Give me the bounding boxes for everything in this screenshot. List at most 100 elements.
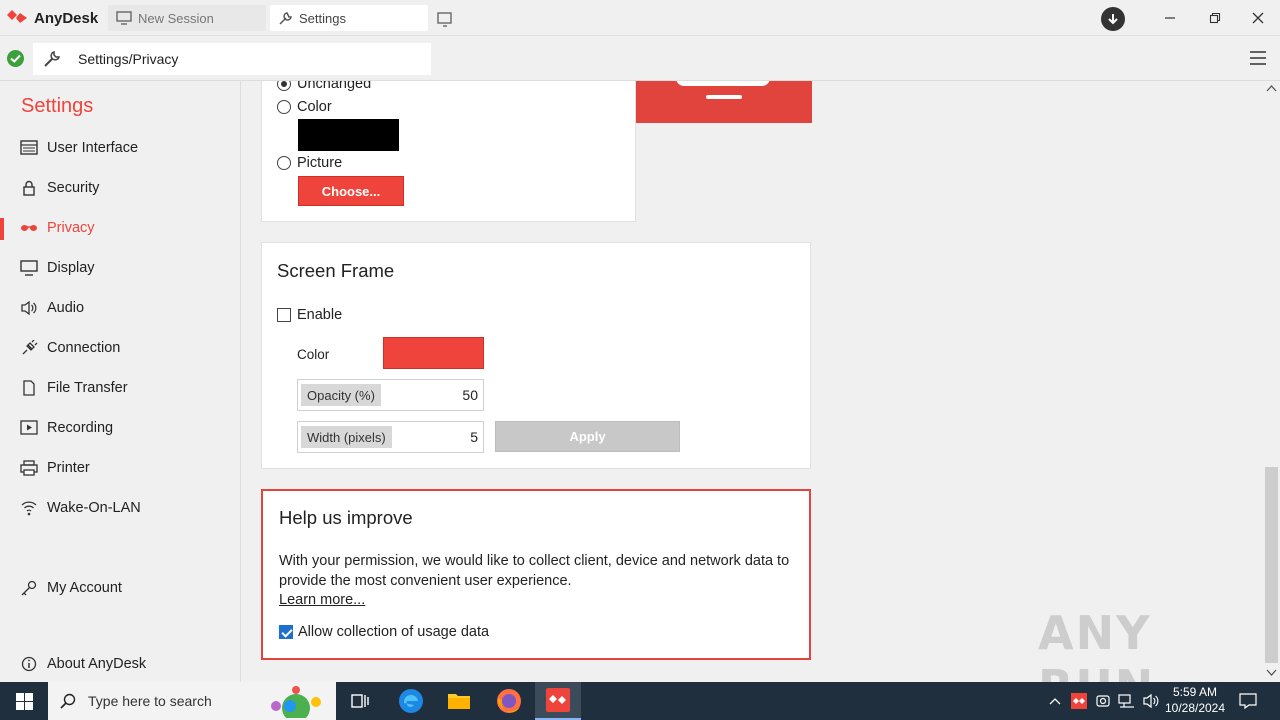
radio-color[interactable] [277, 100, 291, 114]
color-label: Color [297, 347, 330, 362]
sidebar-item-security[interactable]: Security [0, 171, 240, 205]
anydesk-app[interactable] [535, 682, 581, 720]
sidebar-item-privacy[interactable]: Privacy [0, 211, 240, 245]
app-name: AnyDesk [34, 9, 99, 27]
taskbar-clock[interactable]: 5:59 AM 10/28/2024 [1160, 684, 1230, 716]
anydesk-icon [546, 688, 570, 712]
scroll-up-icon[interactable] [1266, 84, 1277, 92]
new-tab-icon[interactable] [436, 10, 454, 28]
firefox-app[interactable] [486, 682, 532, 720]
tray-meet-now[interactable] [1093, 682, 1113, 720]
background-preview [635, 81, 812, 222]
background-color-swatch[interactable] [298, 119, 399, 151]
sidebar-item-wake-on-lan[interactable]: Wake-On-LAN [0, 491, 240, 525]
tray-overflow-button[interactable] [1045, 682, 1065, 720]
camera-icon [1096, 695, 1110, 707]
edge-app[interactable] [388, 682, 434, 720]
tray-network[interactable] [1117, 682, 1137, 720]
radio-label: Unchanged [297, 81, 372, 92]
vertical-scrollbar[interactable] [1263, 81, 1280, 682]
opacity-label: Opacity (%) [301, 384, 381, 406]
task-view-button[interactable] [337, 682, 383, 720]
notifications-button[interactable] [1236, 682, 1260, 720]
sidebar-item-label: Wake-On-LAN [47, 500, 141, 516]
search-icon [60, 693, 76, 709]
usage-data-checkbox[interactable] [279, 625, 293, 639]
taskbar-search[interactable]: Type here to search [48, 682, 336, 720]
sidebar-item-audio[interactable]: Audio [0, 291, 240, 325]
tab-label: New Session [138, 10, 214, 26]
sidebar-item-my-account[interactable]: My Account [0, 571, 240, 605]
status-ok-icon [7, 50, 24, 67]
choose-picture-button[interactable]: Choose... [298, 176, 404, 206]
firefox-icon [497, 689, 521, 713]
tray-volume[interactable] [1141, 682, 1161, 720]
address-bar[interactable]: Settings/Privacy [33, 43, 431, 75]
file-explorer-app[interactable] [436, 682, 482, 720]
preview-header [636, 81, 812, 123]
sidebar-item-recording[interactable]: Recording [0, 411, 240, 445]
sidebar-item-label: Display [47, 260, 95, 276]
lock-icon [23, 180, 35, 196]
section-title: Help us improve [279, 507, 413, 528]
section-title: Screen Frame [277, 260, 395, 281]
help-improve-panel: Help us improve With your permission, we… [261, 489, 811, 660]
window-icon [20, 140, 38, 155]
width-value: 5 [470, 429, 478, 445]
start-button[interactable] [0, 682, 48, 720]
tab-settings[interactable]: Settings [270, 5, 428, 31]
tray-anydesk[interactable] [1069, 682, 1089, 720]
tab-label: Settings [299, 10, 346, 26]
frame-color-swatch[interactable] [383, 337, 484, 369]
checkbox-label: Allow collection of usage data [298, 624, 490, 640]
opacity-field[interactable]: Opacity (%) 50 [297, 379, 484, 411]
search-placeholder: Type here to search [88, 693, 212, 709]
tab-new-session[interactable]: New Session [108, 5, 266, 31]
minimize-button[interactable] [1158, 6, 1182, 30]
hamburger-menu-icon[interactable] [1248, 49, 1268, 67]
checkbox-label: Enable [297, 307, 343, 323]
sidebar-item-printer[interactable]: Printer [0, 451, 240, 485]
speaker-icon [21, 300, 37, 316]
restore-button[interactable] [1203, 6, 1227, 30]
wifi-icon [21, 501, 37, 516]
radio-label: Picture [297, 155, 343, 171]
width-label: Width (pixels) [301, 426, 392, 448]
close-button[interactable] [1246, 6, 1270, 30]
download-button[interactable] [1101, 7, 1125, 31]
sidebar-item-connection[interactable]: Connection [0, 331, 240, 365]
anydesk-logo-icon [7, 10, 27, 23]
screen-frame-panel: Screen Frame Enable Color Opacity (%) 50… [261, 242, 811, 469]
radio-unchanged[interactable] [277, 81, 291, 91]
monitor-icon [116, 11, 132, 25]
radio-picture[interactable] [277, 156, 291, 170]
apply-button[interactable]: Apply [495, 421, 680, 452]
weather-decoration-icon [271, 686, 321, 718]
sidebar-item-label: Privacy [47, 220, 95, 236]
enable-frame-checkbox[interactable] [277, 308, 291, 322]
wrench-icon [279, 11, 292, 25]
preview-window [676, 81, 770, 86]
notification-icon [1239, 693, 1257, 709]
toolbar: Settings/Privacy [0, 37, 1280, 81]
learn-more-link[interactable]: Learn more... [279, 592, 365, 608]
width-field[interactable]: Width (pixels) 5 [297, 421, 484, 453]
taskbar: Type here to search 5:59 AM 10/28/2024 [0, 682, 1280, 720]
sidebar-item-about[interactable]: About AnyDesk [0, 647, 240, 681]
edge-icon [399, 689, 423, 713]
folder-icon [448, 694, 470, 709]
sidebar-item-display[interactable]: Display [0, 251, 240, 285]
address-text: Settings/Privacy [78, 51, 179, 67]
opacity-value: 50 [462, 387, 478, 403]
app-brand: AnyDesk [6, 8, 98, 28]
settings-sidebar: Settings User Interface Security Privacy… [0, 81, 241, 682]
clock-time: 5:59 AM [1172, 685, 1218, 699]
info-icon [21, 656, 37, 672]
volume-icon [1143, 693, 1159, 709]
glasses-icon [21, 225, 37, 231]
help-text: With your permission, we would like to c… [279, 553, 790, 589]
plug-icon [22, 340, 38, 355]
sidebar-item-user-interface[interactable]: User Interface [0, 131, 240, 165]
play-icon [20, 420, 38, 435]
sidebar-item-file-transfer[interactable]: File Transfer [0, 371, 240, 405]
